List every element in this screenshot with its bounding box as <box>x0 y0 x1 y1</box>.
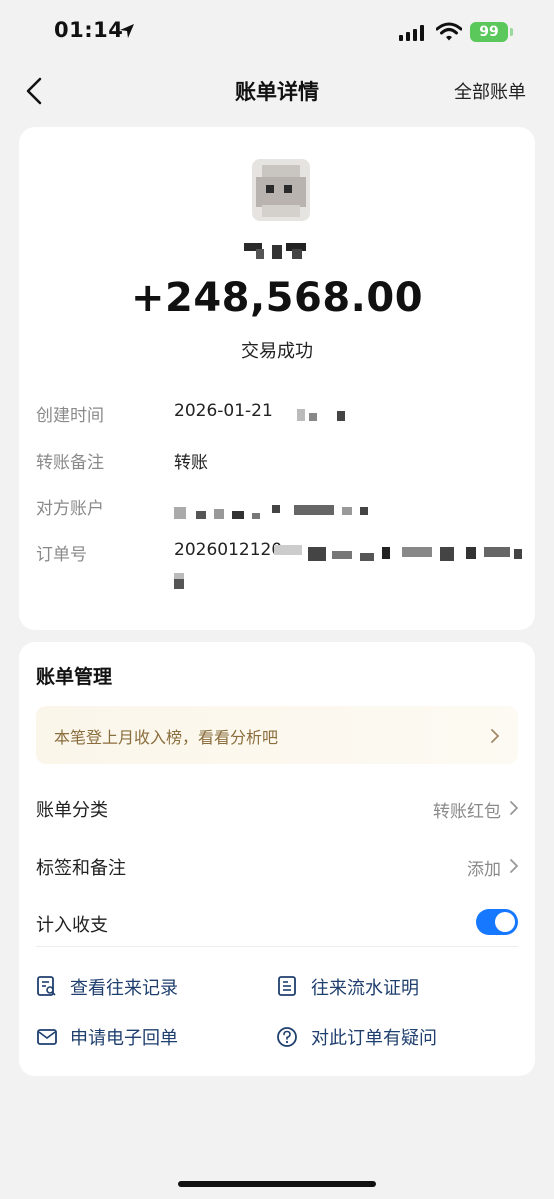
counterparty-account-label: 对方账户 <box>36 499 104 519</box>
transfer-note-label: 转账备注 <box>36 453 104 473</box>
divider <box>36 946 518 947</box>
home-indicator <box>178 1181 376 1187</box>
nav-bar: 账单详情 全部账单 <box>0 64 554 118</box>
section-title: 账单管理 <box>36 666 113 688</box>
order-number-redacted <box>274 545 522 561</box>
view-records-link[interactable]: 查看往来记录 <box>70 974 178 1000</box>
tags-notes-label[interactable]: 标签和备注 <box>36 854 126 880</box>
chevron-right-icon <box>510 801 519 815</box>
transaction-amount: +248,568.00 <box>130 275 424 321</box>
created-time-redacted <box>297 409 345 421</box>
wifi-icon <box>436 22 462 41</box>
mail-icon <box>37 1029 57 1045</box>
tags-notes-add[interactable]: 添加 <box>467 855 501 880</box>
chevron-right-icon <box>491 729 500 743</box>
created-time-label: 创建时间 <box>36 406 104 426</box>
include-in-budget-toggle[interactable] <box>476 909 518 935</box>
question-icon <box>277 1027 297 1047</box>
signal-icon <box>399 25 424 41</box>
counterparty-account-redacted <box>174 505 368 519</box>
order-number-tail-redacted <box>174 573 184 589</box>
all-bills-link[interactable]: 全部账单 <box>454 78 526 104</box>
flow-certificate-link[interactable]: 往来流水证明 <box>311 974 419 1000</box>
records-search-icon <box>37 976 56 996</box>
toggle-knob <box>495 912 515 932</box>
status-time: 01:14 <box>54 18 124 42</box>
counterparty-name-redacted <box>244 243 306 259</box>
battery-nub <box>510 28 513 36</box>
statement-doc-icon <box>278 976 296 996</box>
banner-text: 本笔登上月收入榜，看看分析吧 <box>54 728 279 747</box>
transfer-note-value: 转账 <box>174 453 208 473</box>
bill-detail-card: +248,568.00 交易成功 创建时间 2026-01-21 转账备注 转账… <box>19 127 535 630</box>
order-question-link[interactable]: 对此订单有疑问 <box>311 1024 437 1050</box>
transaction-status: 交易成功 <box>241 341 313 362</box>
created-time-value: 2026-01-21 <box>174 401 273 421</box>
status-bar: 01:14 99 <box>0 0 554 64</box>
income-rank-banner[interactable]: 本笔登上月收入榜，看看分析吧 <box>36 706 518 764</box>
order-number-label: 订单号 <box>36 545 87 565</box>
bill-category-value[interactable]: 转账红包 <box>433 797 501 822</box>
chevron-right-icon <box>510 859 519 873</box>
avatar <box>252 159 310 221</box>
bill-category-label[interactable]: 账单分类 <box>36 796 108 822</box>
location-arrow-icon <box>120 24 134 38</box>
bill-management-card: 账单管理 本笔登上月收入榜，看看分析吧 账单分类 转账红包 标签和备注 添加 计… <box>19 642 535 1076</box>
order-number-value: 2026012120 <box>174 540 283 560</box>
include-in-budget-label: 计入收支 <box>36 915 108 936</box>
battery-indicator: 99 <box>470 22 508 42</box>
e-receipt-link[interactable]: 申请电子回单 <box>70 1024 178 1050</box>
